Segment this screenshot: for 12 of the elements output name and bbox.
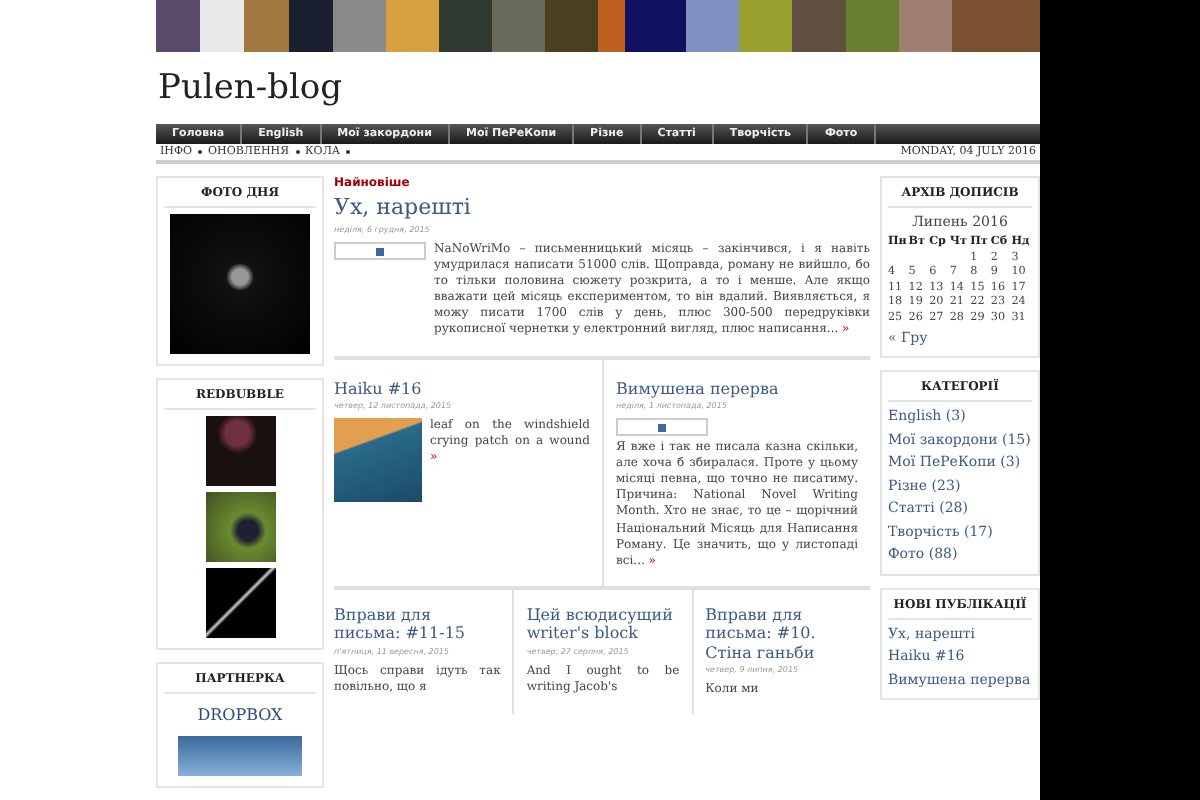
post-title[interactable]: Вимушена перерва [616,379,858,399]
blog-title[interactable]: Pulen-blog [156,52,1040,124]
photo-placeholder[interactable] [205,568,275,638]
post-title[interactable]: Ух, нарешті [334,194,870,222]
missing-image-icon [376,247,384,255]
screenshot-placeholder[interactable] [178,736,302,776]
post-title[interactable]: Haiku #16 [334,379,590,399]
partner-link[interactable]: DROPBOX [197,700,283,730]
post-title[interactable]: Вправи для письма: #11-15 [334,605,501,644]
post-title[interactable]: Цей всюдисущий writer's block [526,605,680,644]
post-title[interactable]: Вправи для письма: #10. Стіна ганьби [705,605,858,663]
missing-image-icon [658,423,666,432]
